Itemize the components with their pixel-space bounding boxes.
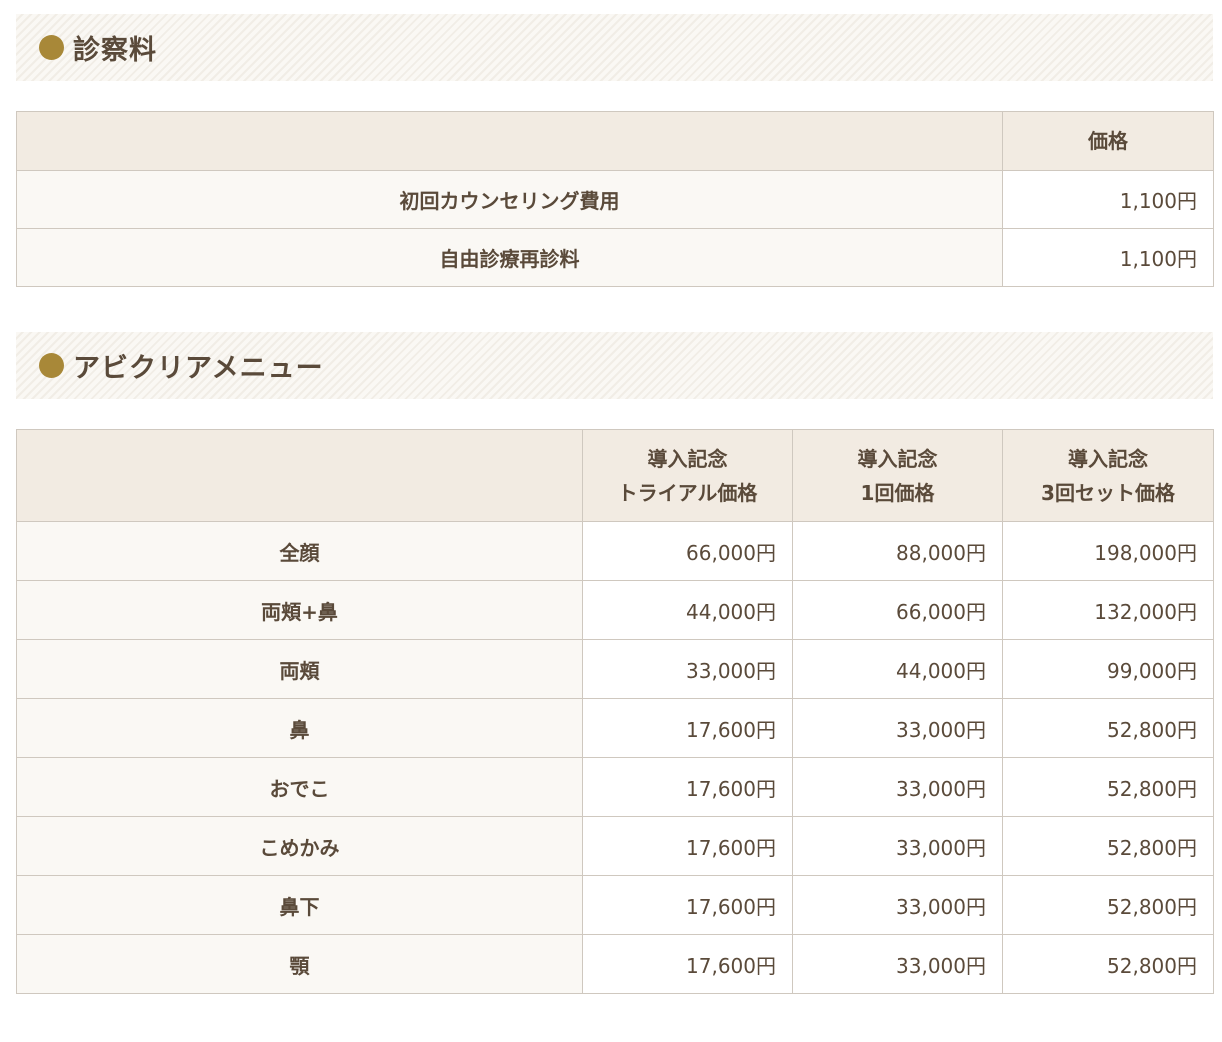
header-line: トライアル価格 (617, 480, 758, 505)
single-price-cell: 33,000円 (792, 698, 1003, 758)
table-row: 鼻下 17,600円 33,000円 52,800円 (16, 875, 1214, 935)
header-cell-price: 価格 (1002, 111, 1214, 171)
trial-price-cell: 17,600円 (582, 816, 793, 876)
section-title: 診察料 (73, 35, 157, 66)
header-cell-set-price: 導入記念 3回セット価格 (1002, 429, 1214, 522)
single-price-cell: 66,000円 (792, 580, 1003, 640)
row-label: 全顔 (16, 521, 583, 581)
set-price-cell: 52,800円 (1002, 698, 1214, 758)
table-row: おでこ 17,600円 33,000円 52,800円 (16, 757, 1214, 817)
bullet-dot-icon (39, 35, 64, 60)
header-line: 3回セット価格 (1041, 480, 1175, 505)
table-row: こめかみ 17,600円 33,000円 52,800円 (16, 816, 1214, 876)
price-cell: 1,100円 (1002, 228, 1214, 287)
set-price-cell: 52,800円 (1002, 934, 1214, 994)
single-price-cell: 44,000円 (792, 639, 1003, 699)
set-price-cell: 99,000円 (1002, 639, 1214, 699)
row-label: こめかみ (16, 816, 583, 876)
row-label: 初回カウンセリング費用 (16, 170, 1003, 229)
price-cell: 1,100円 (1002, 170, 1214, 229)
row-label: 両頬 (16, 639, 583, 699)
single-price-cell: 88,000円 (792, 521, 1003, 581)
trial-price-cell: 17,600円 (582, 698, 793, 758)
bullet-dot-icon (39, 353, 64, 378)
page: 診察料 価格 初回カウンセリング費用 1,100円 自由診療再診料 1,100円 アビ… (0, 0, 1222, 1042)
single-price-cell: 33,000円 (792, 757, 1003, 817)
header-line: 導入記念 (857, 446, 938, 471)
trial-price-cell: 33,000円 (582, 639, 793, 699)
trial-price-cell: 17,600円 (582, 875, 793, 935)
trial-price-cell: 17,600円 (582, 934, 793, 994)
menu-table: 導入記念 トライアル価格 導入記念 1回価格 導入記念 3回セット価格 全顔 66… (16, 429, 1214, 994)
set-price-cell: 132,000円 (1002, 580, 1214, 640)
single-price-cell: 33,000円 (792, 934, 1003, 994)
trial-price-cell: 17,600円 (582, 757, 793, 817)
set-price-cell: 52,800円 (1002, 757, 1214, 817)
row-label: おでこ (16, 757, 583, 817)
table-row: 両頬 33,000円 44,000円 99,000円 (16, 639, 1214, 699)
header-line: 導入記念 (1068, 446, 1148, 471)
table-header-row: 導入記念 トライアル価格 導入記念 1回価格 導入記念 3回セット価格 (16, 429, 1214, 522)
fees-table: 価格 初回カウンセリング費用 1,100円 自由診療再診料 1,100円 (16, 111, 1214, 287)
section-heading-menu: アビクリアメニュー (16, 332, 1213, 399)
table-header-row: 価格 (16, 111, 1214, 171)
table-row: 顎 17,600円 33,000円 52,800円 (16, 934, 1214, 994)
table-row: 自由診療再診料 1,100円 (16, 228, 1214, 287)
single-price-cell: 33,000円 (792, 816, 1003, 876)
single-price-cell: 33,000円 (792, 875, 1003, 935)
section-title: アビクリアメニュー (73, 353, 324, 384)
header-cell-trial-price: 導入記念 トライアル価格 (582, 429, 793, 522)
header-cell-blank (16, 429, 583, 522)
table-row: 全顔 66,000円 88,000円 198,000円 (16, 521, 1214, 581)
trial-price-cell: 44,000円 (582, 580, 793, 640)
row-label: 自由診療再診料 (16, 228, 1003, 287)
set-price-cell: 52,800円 (1002, 875, 1214, 935)
set-price-cell: 52,800円 (1002, 816, 1214, 876)
table-row: 鼻 17,600円 33,000円 52,800円 (16, 698, 1214, 758)
table-row: 初回カウンセリング費用 1,100円 (16, 170, 1214, 229)
set-price-cell: 198,000円 (1002, 521, 1214, 581)
table-row: 両頬+鼻 44,000円 66,000円 132,000円 (16, 580, 1214, 640)
row-label: 鼻 (16, 698, 583, 758)
row-label: 両頬+鼻 (16, 580, 583, 640)
trial-price-cell: 66,000円 (582, 521, 793, 581)
header-cell-single-price: 導入記念 1回価格 (792, 429, 1003, 522)
row-label: 鼻下 (16, 875, 583, 935)
section-heading-fees: 診察料 (16, 14, 1213, 81)
header-line: 導入記念 (647, 446, 728, 471)
header-cell-blank (16, 111, 1003, 171)
row-label: 顎 (16, 934, 583, 994)
header-line: 1回価格 (860, 480, 935, 505)
